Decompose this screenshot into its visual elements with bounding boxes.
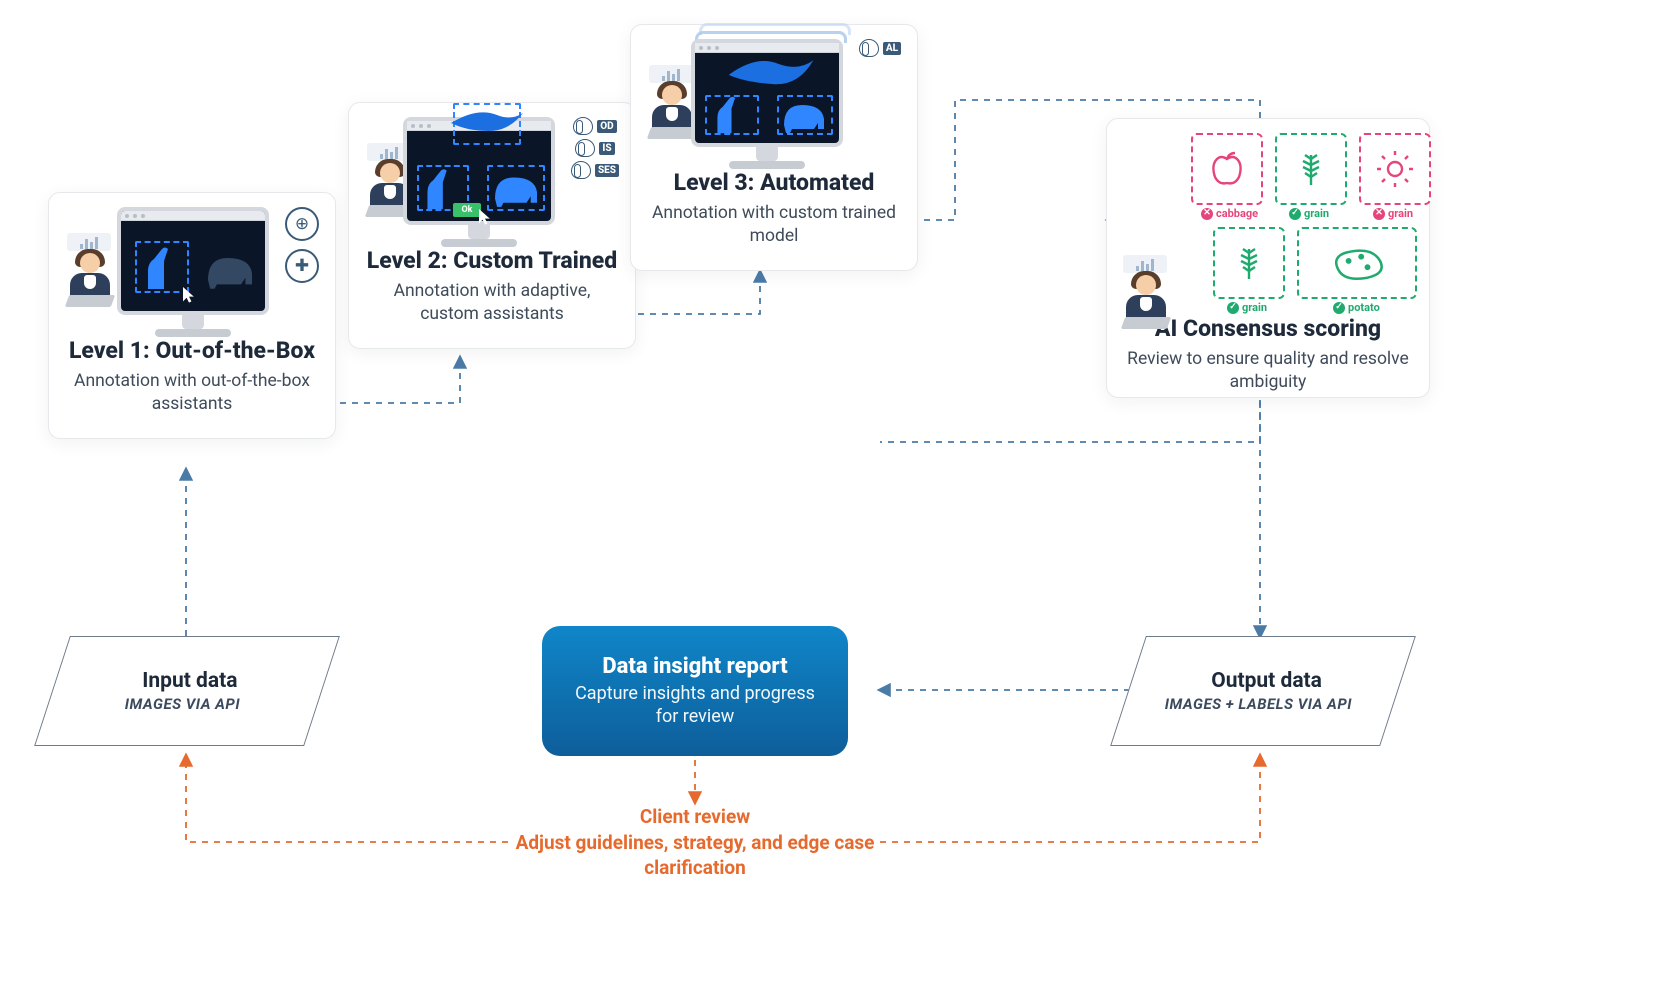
- monitor-icon: [117, 207, 269, 337]
- consensus-desc: Review to ensure quality and resolve amb…: [1123, 348, 1413, 394]
- tile-apple: [1191, 133, 1263, 205]
- avatar-icon: [365, 161, 393, 221]
- avatar-icon: [647, 83, 681, 143]
- chip-is: IS: [575, 139, 614, 157]
- node-report: Data insight report Capture insights and…: [542, 626, 848, 756]
- output-title: Output data: [1211, 669, 1322, 693]
- level2-title: Level 2: Custom Trained: [365, 247, 619, 274]
- report-title: Data insight report: [602, 654, 787, 679]
- chip-icons: AL: [859, 39, 901, 61]
- chip-al: AL: [859, 39, 901, 57]
- monitor-icon: [691, 39, 843, 169]
- chip-icons: OD IS SES: [571, 117, 619, 183]
- level2-desc: Annotation with adaptive, custom assista…: [365, 280, 619, 326]
- avatar-icon: [1121, 273, 1171, 333]
- tile-wheat-bot: [1213, 227, 1285, 299]
- tile-cog-label: ✕grain: [1373, 207, 1413, 220]
- client-line-2: Adjust guidelines, strategy, and edge ca…: [510, 830, 880, 881]
- chip-od: OD: [573, 117, 616, 135]
- add-icon: ⊕: [285, 207, 319, 241]
- card-consensus: ✕cabbage ✓grain ✕grain ✓grain: [1106, 118, 1430, 398]
- output-sub: IMAGES + LABELS VIA API: [1165, 695, 1352, 713]
- report-sub: Capture insights and progress for review: [564, 683, 826, 728]
- client-line-1: Client review: [510, 804, 880, 830]
- tile-potato: [1297, 227, 1417, 299]
- card-level-1: ⊕ ✚ Level 1: Out-of-the-Box Annotation w…: [48, 192, 336, 439]
- tile-wheat-top: [1275, 133, 1347, 205]
- lifesaver-icon: ✚: [285, 249, 319, 283]
- input-sub: IMAGES VIA API: [125, 695, 240, 713]
- client-review: Client review Adjust guidelines, strateg…: [510, 804, 880, 881]
- avatar-icon: [65, 251, 107, 311]
- tile-apple-label: ✕cabbage: [1201, 207, 1258, 220]
- tile-wheat-top-label: ✓grain: [1289, 207, 1329, 220]
- tool-icons: ⊕ ✚: [285, 207, 319, 291]
- level3-desc: Annotation with custom trained model: [647, 202, 901, 248]
- card-level-3: AL Level 3: Automated Annotation with cu…: [630, 24, 918, 271]
- tile-potato-label: ✓potato: [1333, 301, 1380, 314]
- monitor-icon: Ok: [403, 117, 555, 247]
- tile-cog: [1359, 133, 1431, 205]
- tile-wheat-bot-label: ✓grain: [1227, 301, 1267, 314]
- card-level-2: Ok OD IS SES Level 2: Custom Trained Ann…: [348, 102, 636, 349]
- node-output: Output data IMAGES + LABELS VIA API: [1110, 636, 1416, 746]
- level3-title: Level 3: Automated: [647, 169, 901, 196]
- level1-desc: Annotation with out-of-the-box assistant…: [65, 370, 319, 416]
- input-title: Input data: [143, 669, 238, 693]
- node-input: Input data IMAGES VIA API: [34, 636, 340, 746]
- chip-ses: SES: [571, 161, 619, 179]
- level1-title: Level 1: Out-of-the-Box: [65, 337, 319, 364]
